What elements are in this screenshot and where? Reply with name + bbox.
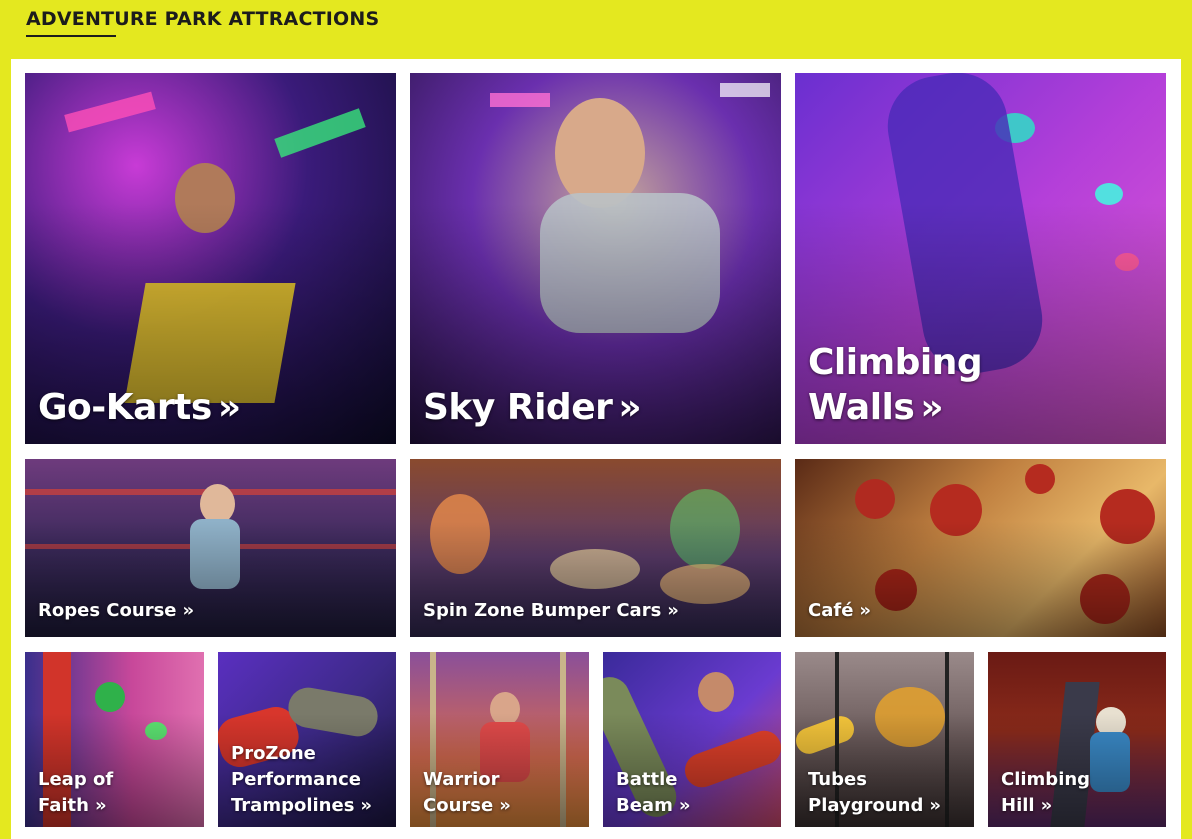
attraction-label: ProZone Performance Trampolines» (231, 741, 372, 819)
attraction-tile-cafe[interactable]: Café» (795, 459, 1166, 637)
double-chevron-right-icon: » (678, 795, 691, 816)
attraction-label: Café» (808, 600, 872, 621)
attraction-tile-warrior-course[interactable]: Warrior Course» (410, 652, 589, 827)
attraction-label: Battle Beam» (616, 767, 690, 819)
attraction-label: Leap of Faith» (38, 767, 113, 819)
attraction-tile-battle-beam[interactable]: Battle Beam» (603, 652, 781, 827)
double-chevron-right-icon: » (618, 387, 642, 428)
attraction-tile-tubes-playground[interactable]: Tubes Playground» (795, 652, 974, 827)
attraction-label: Sky Rider» (423, 387, 642, 428)
attraction-label: Ropes Course» (38, 600, 195, 621)
attraction-tile-prozone-performance-trampolines[interactable]: ProZone Performance Trampolines» (218, 652, 396, 827)
double-chevron-right-icon: » (182, 600, 195, 621)
double-chevron-right-icon: » (920, 387, 944, 428)
attraction-tile-climbing-hill[interactable]: Climbing Hill» (988, 652, 1166, 827)
attraction-label: Warrior Course» (423, 767, 511, 819)
attraction-label: Go-Karts» (38, 387, 241, 428)
double-chevron-right-icon: » (360, 795, 373, 816)
attraction-tile-sky-rider[interactable]: Sky Rider» (410, 73, 781, 444)
attraction-label: Climbing Hill» (1001, 767, 1090, 819)
double-chevron-right-icon: » (859, 600, 872, 621)
attraction-label: Spin Zone Bumper Cars» (423, 600, 679, 621)
double-chevron-right-icon: » (929, 795, 941, 816)
attraction-label: Tubes Playground» (808, 767, 941, 819)
double-chevron-right-icon: » (217, 387, 241, 428)
attraction-tile-ropes-course[interactable]: Ropes Course» (25, 459, 396, 637)
section-title: ADVENTURE PARK ATTRACTIONS (26, 8, 380, 30)
double-chevron-right-icon: » (499, 795, 511, 816)
double-chevron-right-icon: » (1040, 795, 1053, 816)
attraction-label: Climbing Walls» (808, 342, 983, 428)
double-chevron-right-icon: » (667, 600, 679, 621)
attraction-tile-leap-of-faith[interactable]: Leap of Faith» (25, 652, 204, 827)
title-underline (26, 35, 116, 37)
double-chevron-right-icon: » (94, 795, 107, 816)
attraction-tile-go-karts[interactable]: Go-Karts» (25, 73, 396, 444)
attraction-tile-spin-zone-bumper-cars[interactable]: Spin Zone Bumper Cars» (410, 459, 781, 637)
attraction-tile-climbing-walls[interactable]: Climbing Walls» (795, 73, 1166, 444)
